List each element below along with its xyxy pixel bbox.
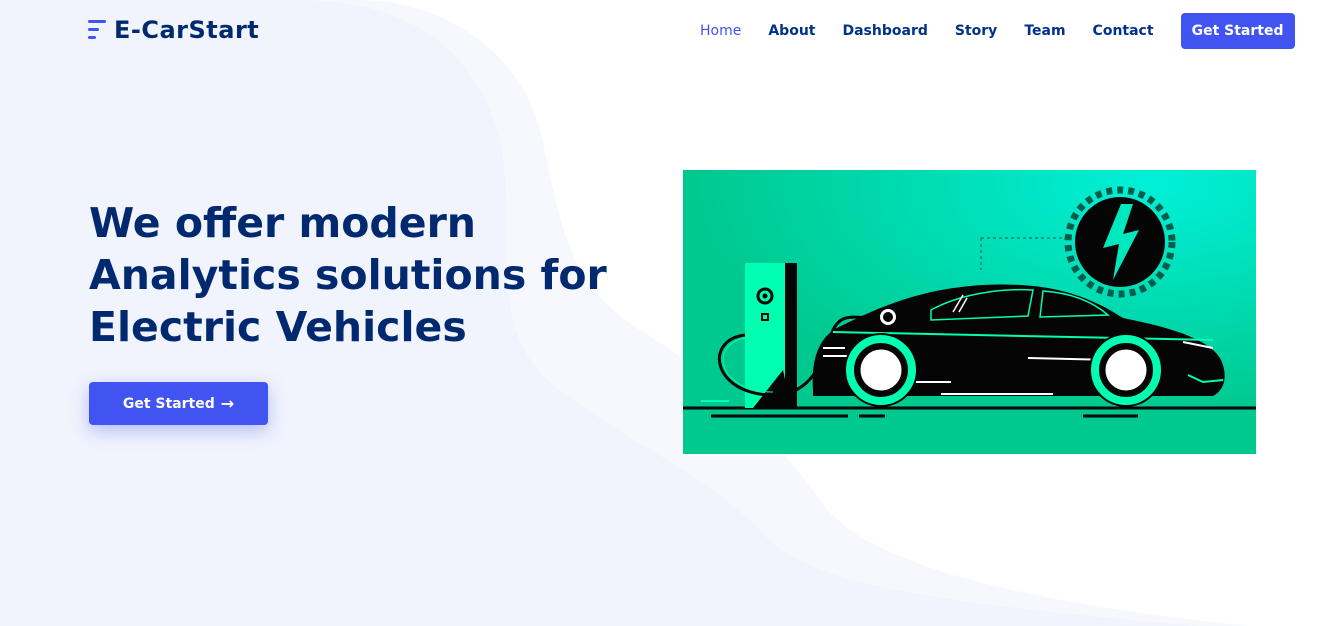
nav-home[interactable]: Home <box>700 14 741 48</box>
nav-story[interactable]: Story <box>955 14 997 48</box>
nav-team[interactable]: Team <box>1024 14 1065 48</box>
logo-icon <box>88 17 108 43</box>
main-nav: Home About Dashboard Story Team Contact … <box>700 13 1295 49</box>
nav-about[interactable]: About <box>768 14 815 48</box>
nav-contact[interactable]: Contact <box>1093 14 1154 48</box>
nav-dashboard[interactable]: Dashboard <box>842 14 927 48</box>
hero-get-started-button[interactable]: Get Started → <box>89 382 268 425</box>
electric-car-charging-illustration <box>683 170 1256 454</box>
brand-logo[interactable]: E-CarStart <box>88 16 259 44</box>
site-header: E-CarStart Home About Dashboard Story Te… <box>0 0 1343 60</box>
arrow-right-icon: → <box>220 394 235 413</box>
hero-button-label: Get Started <box>122 395 215 412</box>
brand-name: E-CarStart <box>114 16 260 44</box>
hero-title: We offer modern Analytics solutions for … <box>89 199 607 351</box>
header-get-started-button[interactable]: Get Started <box>1180 13 1295 49</box>
